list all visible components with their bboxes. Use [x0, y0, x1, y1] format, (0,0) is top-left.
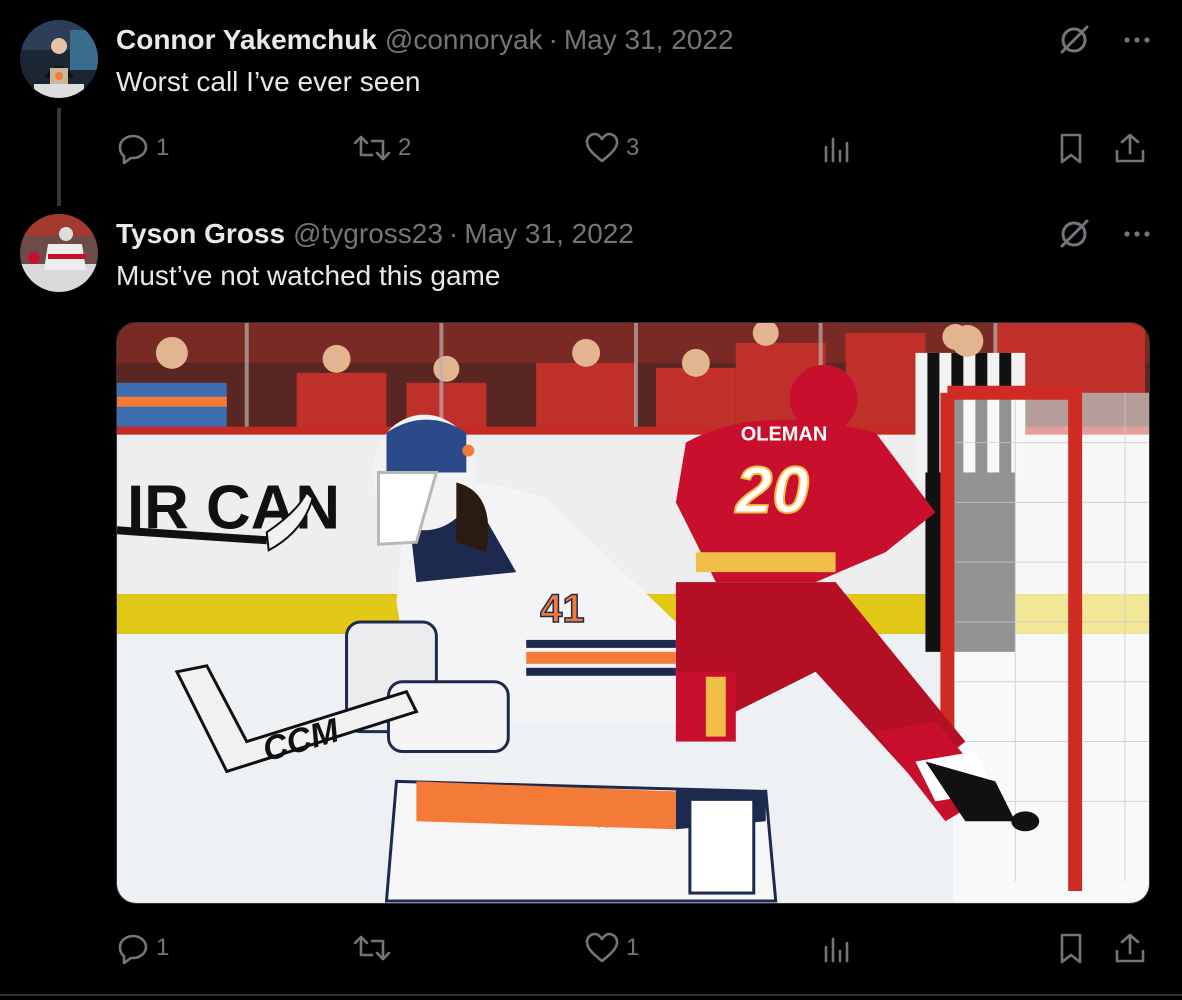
- views-icon: [820, 131, 854, 165]
- reply-button[interactable]: 1: [116, 128, 169, 168]
- avatar[interactable]: [20, 214, 98, 292]
- jersey-nameplate-away: OLEMAN: [741, 424, 827, 446]
- avatar-image: [20, 20, 98, 98]
- like-icon: [584, 131, 620, 165]
- tweet-top-icons: [1056, 216, 1152, 252]
- handle[interactable]: @tygross23: [293, 218, 443, 250]
- display-name[interactable]: Connor Yakemchuk: [116, 24, 377, 56]
- reply-count: 1: [156, 934, 170, 961]
- action-bar: 1 2 3: [116, 128, 1156, 168]
- hockey-photo: IR CAN PP: [117, 323, 1149, 903]
- more-icon[interactable]: [1122, 216, 1152, 252]
- reply-icon: [116, 131, 150, 165]
- tweet-photo[interactable]: IR CAN PP: [116, 322, 1150, 904]
- bookmark-icon: [1054, 931, 1088, 965]
- like-count: 1: [626, 934, 640, 961]
- avatar[interactable]: [20, 20, 98, 98]
- retweet-count: 2: [398, 134, 412, 161]
- timestamp[interactable]: May 31, 2022: [464, 218, 634, 250]
- display-name[interactable]: Tyson Gross: [116, 218, 285, 250]
- reply-button[interactable]: 1: [116, 928, 169, 968]
- retweet-icon: [352, 931, 392, 965]
- jersey-number-away: 20: [734, 452, 809, 526]
- bookmark-button[interactable]: [1054, 928, 1088, 968]
- views-icon: [820, 931, 854, 965]
- tweet-text: Must’ve not watched this game: [116, 260, 501, 291]
- timestamp[interactable]: May 31, 2022: [564, 24, 734, 56]
- more-icon[interactable]: [1122, 22, 1152, 58]
- like-button[interactable]: 1: [584, 928, 639, 968]
- separator: ·: [548, 24, 558, 55]
- avatar-image: [20, 214, 98, 292]
- tweet-top-icons: [1056, 22, 1152, 58]
- reply-icon: [116, 931, 150, 965]
- retweet-button[interactable]: [352, 928, 398, 968]
- jersey-number-home: 41: [540, 587, 584, 631]
- like-button[interactable]: 3: [584, 128, 639, 168]
- divider: [0, 994, 1182, 996]
- share-icon: [1112, 931, 1148, 965]
- tweet-header: Tyson Gross @tygross23 · May 31, 2022: [116, 214, 634, 254]
- action-bar: 1 1: [116, 928, 1156, 968]
- grok-icon[interactable]: [1056, 216, 1092, 252]
- separator: ·: [448, 218, 459, 249]
- thread-line: [57, 108, 61, 206]
- share-icon: [1112, 131, 1148, 165]
- views-button[interactable]: [820, 928, 854, 968]
- retweet-button[interactable]: 2: [352, 128, 411, 168]
- share-button[interactable]: [1112, 128, 1148, 168]
- retweet-icon: [352, 131, 392, 165]
- tweet-text: Worst call I’ve ever seen: [116, 66, 421, 97]
- views-button[interactable]: [820, 128, 854, 168]
- share-button[interactable]: [1112, 928, 1148, 968]
- bookmark-button[interactable]: [1054, 128, 1088, 168]
- reply-count: 1: [156, 134, 170, 161]
- grok-icon[interactable]: [1056, 22, 1092, 58]
- pad-brand-text: TRUE: [594, 811, 644, 831]
- handle[interactable]: @connoryak: [385, 24, 543, 56]
- bookmark-icon: [1054, 131, 1088, 165]
- like-icon: [584, 931, 620, 965]
- tweet-header: Connor Yakemchuk @connoryak · May 31, 20…: [116, 20, 734, 60]
- like-count: 3: [626, 134, 640, 161]
